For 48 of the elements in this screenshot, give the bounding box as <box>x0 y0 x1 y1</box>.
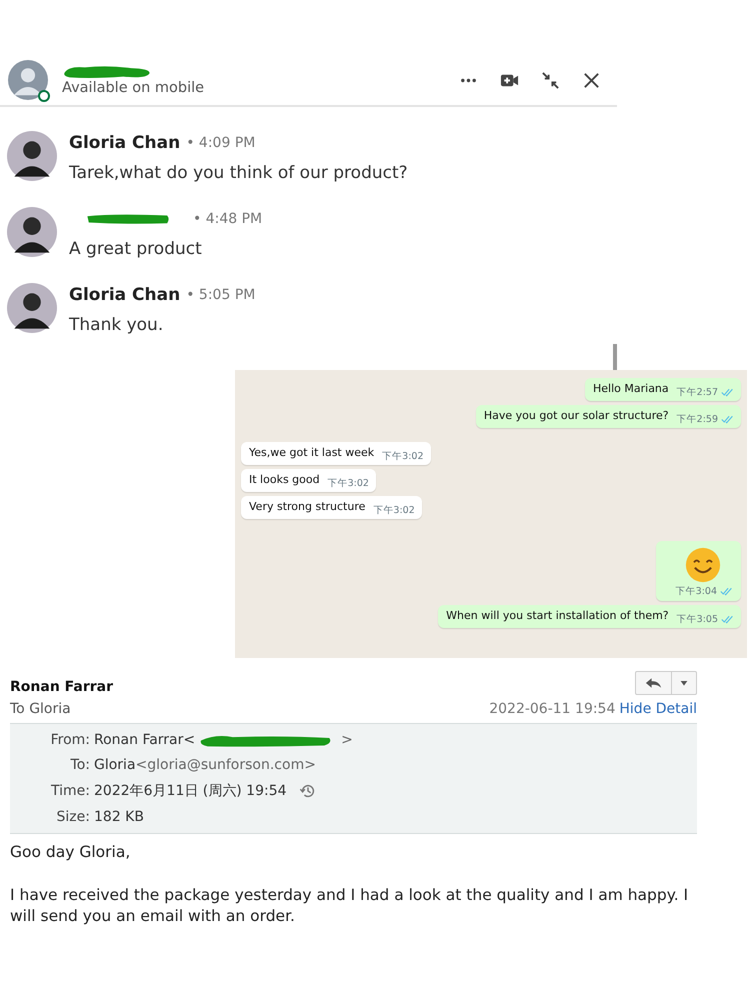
message-time: 下午2:57 <box>676 386 718 399</box>
avatar <box>8 60 48 100</box>
message-text: It looks good <box>249 473 320 488</box>
detail-label: From: <box>50 732 91 748</box>
hide-detail-link[interactable]: Hide Detail <box>619 701 697 717</box>
detail-label: To: <box>70 757 91 773</box>
message-time: 下午2:59 <box>676 413 718 426</box>
email-address: <gloria@sunforson.com> <box>136 757 316 773</box>
detail-value: Gloria <box>94 757 136 773</box>
minimize-icon[interactable] <box>541 70 560 90</box>
message-text: Have you got our solar structure? <box>484 409 669 424</box>
email-paragraph: I have received the package yesterday and I had a look at the quality and I am happy. I will send you an email with an order. <box>10 884 690 927</box>
detail-label: Time: <box>50 783 91 799</box>
sender-name: Gloria Chan <box>69 133 180 153</box>
message-text: Hello Mariana <box>593 382 669 397</box>
avatar <box>7 131 57 181</box>
message-time: 下午3:02 <box>373 504 415 517</box>
message-text: Thank you. <box>69 315 164 335</box>
detail-value: 182 KB <box>94 809 144 825</box>
sender-name: Ronan Farrar <box>10 679 114 695</box>
avatar <box>7 283 57 333</box>
detail-value: Ronan Farrar< <box>94 732 196 748</box>
message-time: • 4:09 PM <box>186 135 256 151</box>
message-text: When will you start installation of them? <box>446 609 669 624</box>
status-text: Available on mobile <box>62 80 206 96</box>
scrollbar[interactable] <box>613 344 617 370</box>
message-time: 下午3:02 <box>328 477 369 490</box>
message-text: Tarek,what do you think of our product? <box>69 163 408 183</box>
message-time: 下午3:05 <box>676 613 718 626</box>
message-text: A great product <box>69 239 203 259</box>
detail-value: 2022年6月11日 (周六) 19:54 <box>94 782 287 800</box>
detail-label: Size: <box>56 809 91 825</box>
close-icon[interactable] <box>582 70 601 90</box>
message-time: 下午3:04 <box>676 585 717 598</box>
message-text: Yes,we got it last week <box>249 446 374 461</box>
message-time: • 4:48 PM <box>193 211 262 227</box>
email-date: 2022-06-11 19:54 <box>489 701 616 717</box>
smiley-icon <box>685 547 721 583</box>
message-time: 下午3:02 <box>382 450 424 463</box>
avatar <box>7 207 57 257</box>
reply-button-group[interactable] <box>635 671 697 695</box>
detail-value: > <box>341 732 353 748</box>
sender-name: Gloria Chan <box>69 285 180 305</box>
history-icon[interactable] <box>298 782 317 800</box>
message-time: • 5:05 PM <box>186 287 256 303</box>
email-paragraph: Goo day Gloria, <box>10 842 132 863</box>
message-text: Very strong structure <box>249 500 366 515</box>
recipient-text: To Gloria <box>10 701 72 717</box>
